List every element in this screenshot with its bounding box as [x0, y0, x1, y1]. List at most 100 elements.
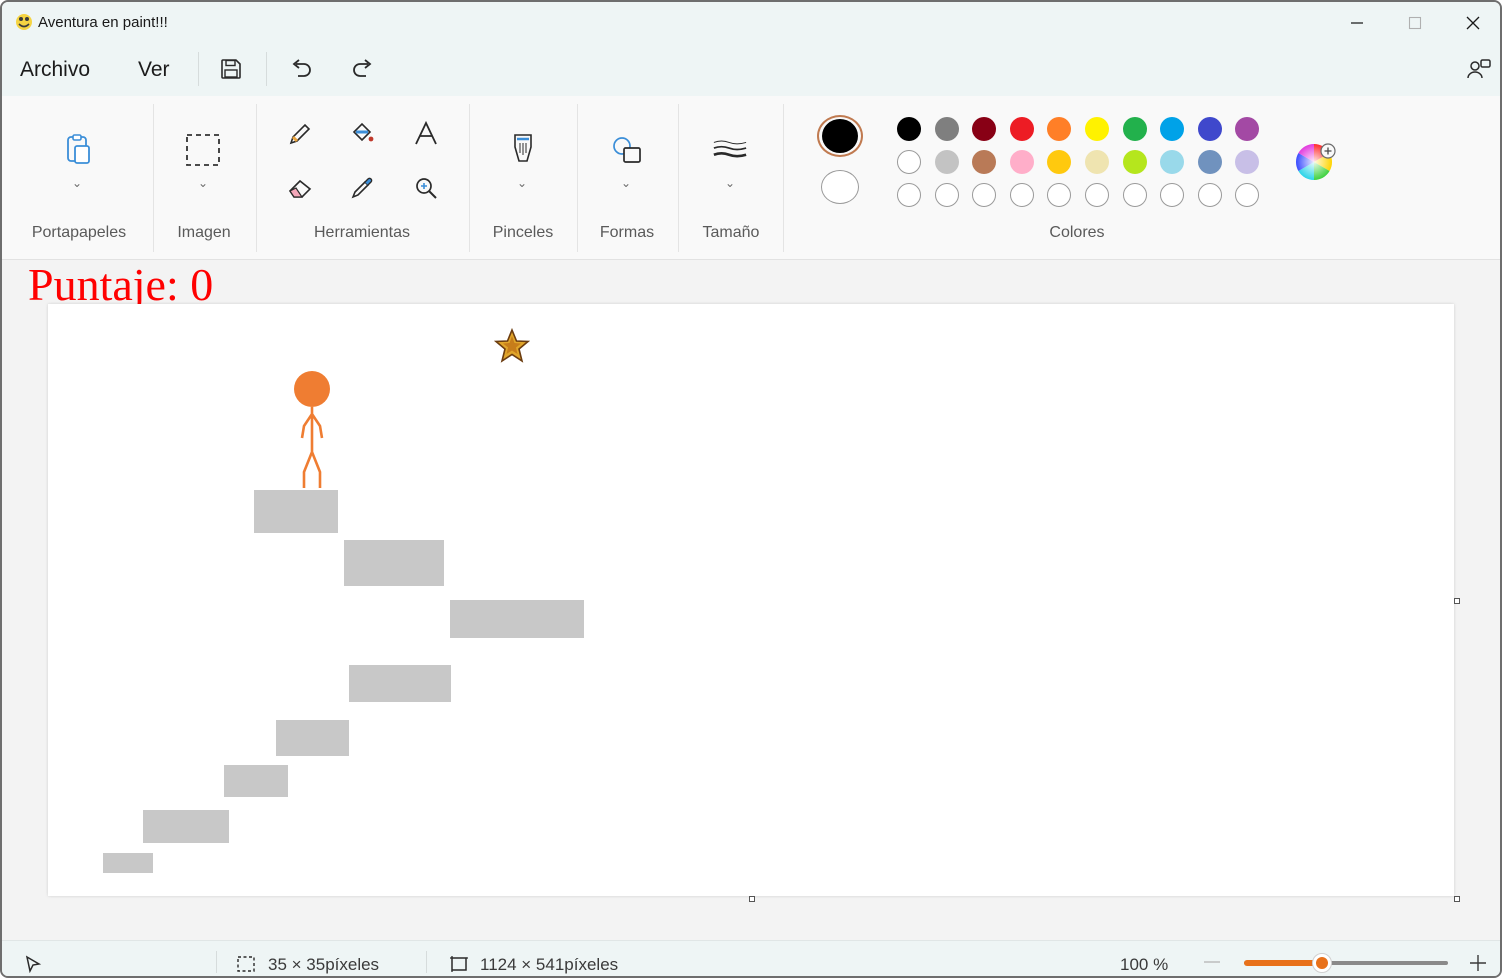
palette-color-swatch[interactable]: [1009, 150, 1034, 174]
custom-color-slot[interactable]: [1197, 183, 1222, 207]
palette-color-swatch[interactable]: [1235, 150, 1260, 174]
pencil-icon: [289, 123, 311, 145]
group-separator: [153, 104, 154, 252]
zoom-slider-fill: [1244, 960, 1322, 966]
undo-button[interactable]: [286, 54, 316, 84]
zoom-level-text[interactable]: 100 %: [1120, 955, 1168, 975]
palette-color-swatch[interactable]: [934, 150, 959, 174]
chevron-down-icon[interactable]: ⌄: [725, 176, 735, 190]
palette-color-swatch[interactable]: [934, 117, 959, 141]
primary-color-swatch[interactable]: [817, 115, 863, 157]
chevron-down-icon[interactable]: ⌄: [621, 176, 631, 190]
zoom-slider-thumb[interactable]: [1311, 953, 1332, 973]
chevron-down-icon[interactable]: ⌄: [72, 176, 82, 190]
save-button[interactable]: [216, 54, 246, 84]
custom-color-slot[interactable]: [934, 183, 959, 207]
maximize-button[interactable]: [1386, 2, 1444, 44]
menu-ver[interactable]: Ver: [138, 58, 170, 82]
share-button[interactable]: [1464, 54, 1494, 84]
custom-color-slot[interactable]: [1160, 183, 1185, 207]
color-picker-icon: [351, 177, 373, 199]
palette-color-swatch[interactable]: [1122, 117, 1147, 141]
custom-color-slot[interactable]: [1235, 183, 1260, 207]
custom-color-slot[interactable]: [1047, 183, 1072, 207]
group-label-pinceles: Pinceles: [492, 224, 554, 241]
shapes-icon: [613, 137, 641, 163]
close-button[interactable]: [1444, 2, 1500, 44]
custom-color-slot[interactable]: [972, 183, 997, 207]
save-icon: [221, 59, 241, 79]
window-title: Aventura en paint!!!: [38, 14, 168, 31]
pencil-tool[interactable]: [282, 116, 318, 152]
magnifier-tool[interactable]: [408, 170, 444, 206]
group-label-herramientas: Herramientas: [313, 224, 411, 241]
canvas-resize-handle-right[interactable]: [1454, 598, 1460, 604]
group-separator: [469, 104, 470, 252]
brush-icon: [514, 134, 532, 162]
palette-color-swatch[interactable]: [1085, 117, 1109, 141]
chevron-down-icon[interactable]: ⌄: [517, 176, 527, 190]
minimize-button[interactable]: [1328, 2, 1386, 44]
palette-color-swatch[interactable]: [972, 150, 997, 174]
palette-color-swatch[interactable]: [1235, 117, 1260, 141]
custom-color-slot[interactable]: [897, 183, 921, 207]
select-button[interactable]: [185, 132, 221, 168]
platform: [143, 810, 229, 843]
palette-color-swatch[interactable]: [1160, 117, 1185, 141]
menu-bar: Archivo Ver: [2, 44, 1500, 96]
shapes-button[interactable]: [609, 132, 645, 168]
zoom-in-icon[interactable]: [1468, 953, 1488, 973]
canvas-resize-handle-corner[interactable]: [1454, 896, 1460, 902]
group-separator: [577, 104, 578, 252]
python-snake-icon: [16, 14, 32, 30]
star-icon: [494, 328, 530, 363]
menu-archivo[interactable]: Archivo: [20, 58, 90, 82]
chevron-down-icon[interactable]: ⌄: [198, 176, 208, 190]
canvas-size-icon: [450, 956, 468, 972]
redo-icon: [353, 59, 372, 77]
eraser-tool[interactable]: [282, 170, 318, 206]
text-tool[interactable]: [408, 116, 444, 152]
custom-color-slot[interactable]: [1122, 183, 1147, 207]
palette-color-swatch[interactable]: [1047, 150, 1072, 174]
palette-color-swatch[interactable]: [1047, 117, 1072, 141]
line-size-icon: [713, 140, 747, 158]
color-picker-tool[interactable]: [344, 170, 380, 206]
canvas-resize-handle-bottom[interactable]: [749, 896, 755, 902]
size-button[interactable]: [712, 132, 748, 168]
zoom-slider[interactable]: [1244, 953, 1448, 973]
palette-color-swatch[interactable]: [1197, 117, 1222, 141]
platform: [349, 665, 451, 702]
text-icon: [415, 120, 437, 145]
redo-button[interactable]: [348, 54, 378, 84]
zoom-slider-thumb-dot: [1315, 957, 1328, 969]
canvas-size-text: 1124 × 541píxeles: [480, 955, 619, 974]
palette-color-swatch[interactable]: [1197, 150, 1222, 174]
platform: [103, 853, 153, 873]
primary-color-fill: [822, 119, 858, 153]
palette-color-swatch[interactable]: [1009, 117, 1034, 141]
ribbon-toolbar: ⌄ Portapapeles ⌄ Imagen Herramientas ⌄ P…: [2, 96, 1500, 260]
platform: [450, 600, 584, 638]
palette-color-swatch[interactable]: [972, 117, 997, 141]
palette-color-swatch[interactable]: [1085, 150, 1109, 174]
custom-color-slot[interactable]: [1085, 183, 1109, 207]
clipboard-button[interactable]: [60, 132, 96, 168]
palette-color-swatch[interactable]: [1122, 150, 1147, 174]
platform: [344, 540, 444, 586]
palette-color-swatch[interactable]: [897, 117, 921, 141]
edit-colors-button[interactable]: [1294, 142, 1338, 182]
status-separator: [216, 951, 217, 973]
palette-color-swatch[interactable]: [1160, 150, 1185, 174]
clipboard-icon: [67, 134, 90, 164]
custom-color-slot[interactable]: [1009, 183, 1034, 207]
close-icon: [1466, 16, 1480, 30]
palette-color-swatch[interactable]: [897, 150, 921, 174]
platform: [224, 765, 288, 797]
fill-tool[interactable]: [344, 116, 380, 152]
drawing-canvas[interactable]: [48, 304, 1454, 896]
brushes-button[interactable]: [505, 132, 541, 168]
zoom-out-icon[interactable]: [1202, 957, 1222, 967]
group-label-colores: Colores: [1049, 224, 1105, 241]
secondary-color-swatch[interactable]: [821, 170, 859, 204]
